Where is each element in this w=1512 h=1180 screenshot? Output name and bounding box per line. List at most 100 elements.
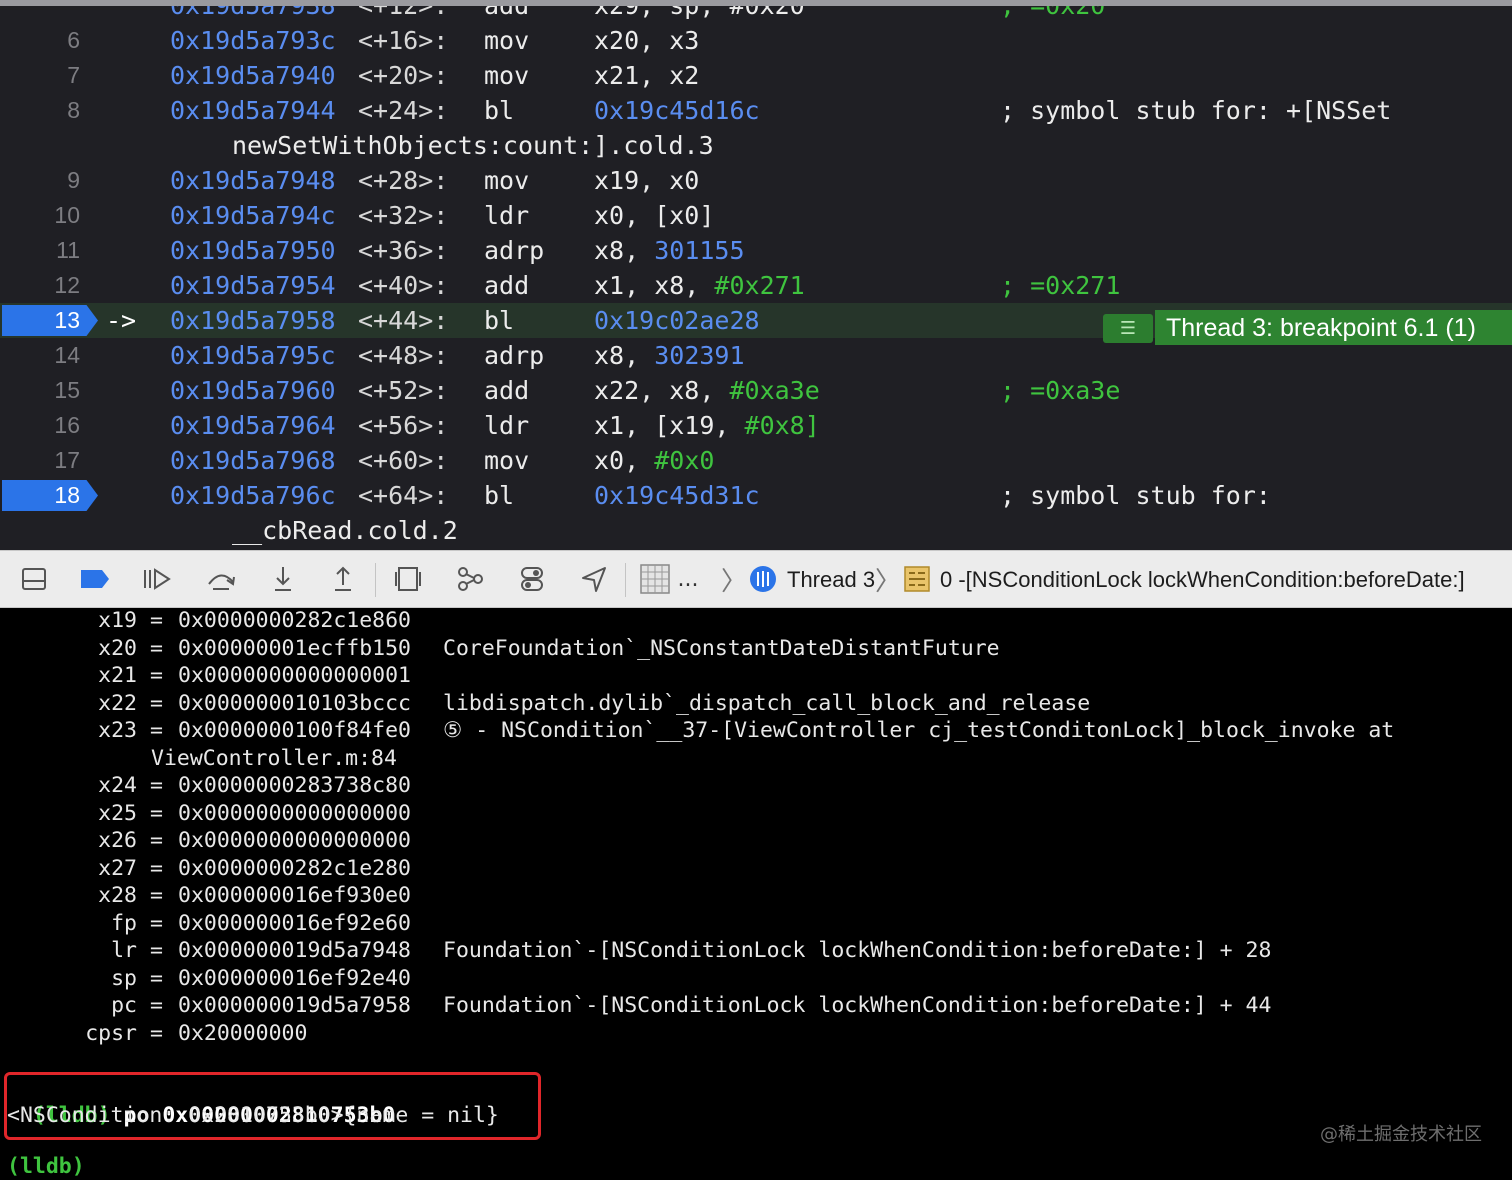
operand: x20, x3 — [594, 26, 700, 55]
equals-sign: = — [150, 828, 163, 853]
register-row: x23 = 0x0000000100f84fe0 ⑤ - NSCondition`__… — [0, 717, 1512, 744]
line-number: 10 — [54, 202, 80, 228]
instruction-opcode: bl — [484, 96, 515, 125]
register-name: pc — [111, 993, 137, 1018]
instruction-address: 0x19d5a7964 — [170, 411, 336, 440]
register-name: x23 — [98, 718, 137, 743]
register-row: x22 = 0x000000010103bccc libdispatch.dylib`… — [0, 690, 1512, 717]
disasm-row[interactable]: 9 0x19d5a7948 <+28>: mov x19, x0 — [0, 163, 1512, 198]
register-value: 0x000000016ef930e0 — [178, 883, 411, 908]
register-value: 0x0000000283738c80 — [178, 773, 411, 798]
instruction-opcode: mov — [484, 166, 530, 195]
disasm-row[interactable]: 15 0x19d5a7960 <+52>: add x22, x8, #0xa3e ; =… — [0, 373, 1512, 408]
equals-sign: = — [150, 800, 163, 826]
operand: #0x0 — [654, 446, 715, 475]
equals-sign: = — [150, 910, 163, 936]
lldb-next-prompt[interactable]: (lldb) — [7, 1153, 85, 1180]
instruction-opcode: adrp — [484, 341, 545, 370]
register-value: 0x000000016ef92e60 — [178, 910, 411, 936]
instruction-offset: <+48>: — [358, 341, 449, 370]
equals-sign: = — [150, 993, 163, 1018]
instruction-opcode: mov — [484, 61, 530, 90]
environment-overrides-icon[interactable] — [516, 563, 548, 595]
register-name: x28 — [98, 883, 137, 908]
lldb-command-line[interactable]: (lldb) po 0x00000002810753b0 — [7, 1075, 395, 1128]
register-name: fp — [111, 910, 137, 936]
operand: x0, [x0] — [594, 201, 715, 230]
operand: x8, — [594, 341, 655, 370]
equals-sign: = — [150, 773, 163, 798]
stack-frame-icon — [902, 563, 932, 595]
disasm-row[interactable]: 6 0x19d5a793c <+16>: mov x20, x3 — [0, 23, 1512, 58]
register-name: x27 — [98, 855, 137, 881]
step-out-icon[interactable] — [328, 563, 358, 595]
register-value: 0x0000000282c1e860 — [178, 608, 411, 633]
disasm-row[interactable]: 10 0x19d5a794c <+32>: ldr x0, [x0] — [0, 198, 1512, 233]
instruction-operands: x22, x8, #0xa3e — [594, 373, 820, 408]
line-number: 8 — [67, 97, 80, 123]
instruction-opcode: ldr — [484, 411, 530, 440]
chevron-right-icon: 〉 — [875, 566, 902, 597]
register-row: cpsr = 0x20000000 — [0, 1020, 1512, 1047]
simulate-location-icon[interactable] — [578, 563, 610, 595]
disasm-row[interactable]: 7 0x19d5a7940 <+20>: mov x21, x2 — [0, 58, 1512, 93]
instruction-opcode: add — [484, 376, 530, 405]
instruction-comment: ; symbol stub for: +[NSSet — [1000, 96, 1392, 125]
instruction-address: 0x19d5a796c — [170, 481, 336, 510]
continue-icon[interactable] — [140, 563, 174, 595]
instruction-operands: x0, #0x0 — [594, 443, 714, 478]
register-value: 0x0000000282c1e280 — [178, 855, 411, 881]
view-hierarchy-icon[interactable] — [392, 563, 424, 595]
stack-frame-selector[interactable]: 0 -[NSConditionLock lockWhenCondition:be… — [940, 565, 1465, 595]
instruction-address: 0x19d5a7968 — [170, 446, 336, 475]
disasm-row[interactable]: 11 0x19d5a7950 <+36>: adrp x8, 301155 — [0, 233, 1512, 268]
memory-graph-icon[interactable] — [454, 563, 486, 595]
disasm-row[interactable]: 17 0x19d5a7968 <+60>: mov x0, #0x0 — [0, 443, 1512, 478]
instruction-offset: <+24>: — [358, 96, 449, 125]
hide-console-icon[interactable] — [18, 563, 50, 595]
disasm-row[interactable]: 8 0x19d5a7944 <+24>: bl 0x19c45d16c ; symbol … — [0, 93, 1512, 128]
line-number: 16 — [54, 412, 80, 438]
register-value: 0x0000000000000000 — [178, 828, 411, 853]
breakpoint-banner: Thread 3: breakpoint 6.1 (1) — [1155, 310, 1512, 345]
instruction-offset: <+32>: — [358, 201, 449, 230]
toolbar-separator — [375, 563, 376, 597]
equals-sign: = — [150, 938, 163, 963]
more-frames-ellipsis[interactable]: ... — [676, 563, 700, 595]
instruction-operands: x19, x0 — [594, 163, 699, 198]
register-value: 0x0000000000000001 — [178, 663, 411, 688]
line-number: 6 — [67, 27, 80, 53]
instruction-operands: x1, [x19, #0x8] — [594, 408, 820, 443]
instruction-address: 0x19d5a7938 — [170, 0, 336, 20]
instruction-comment: ; =0x271 — [1000, 271, 1121, 300]
disasm-row[interactable]: 12 0x19d5a7954 <+40>: add x1, x8, #0x271 ; =0… — [0, 268, 1512, 303]
disassembly-view[interactable]: 0x19d5a7938 <+12>: add x29, sp, #0x20 ; … — [0, 0, 1512, 550]
step-over-icon[interactable] — [204, 563, 238, 595]
disasm-row[interactable]: 16 0x19d5a7964 <+56>: ldr x1, [x19, #0x8] — [0, 408, 1512, 443]
instruction-address: 0x19d5a7940 — [170, 61, 336, 90]
thread-selector[interactable]: Thread 3 — [787, 565, 875, 595]
breakpoints-toggle-icon[interactable] — [78, 563, 112, 595]
disasm-row[interactable]: 18 0x19d5a796c <+64>: bl 0x19c45d31c ; symbol… — [0, 478, 1512, 513]
equals-sign: = — [150, 663, 163, 688]
pc-arrow-icon: -> — [106, 306, 137, 335]
step-into-icon[interactable] — [268, 563, 298, 595]
thread-indicator-icon[interactable]: ☰ — [1103, 314, 1153, 343]
instruction-comment: ; symbol stub for: — [1000, 481, 1271, 510]
instruction-operands: x8, 301155 — [594, 233, 745, 268]
instruction-opcode: mov — [484, 446, 530, 475]
register-symbol-continuation: ViewController.m:84 — [151, 745, 397, 771]
register-value: 0x000000016ef92e40 — [178, 965, 411, 991]
register-row: fp = 0x000000016ef92e60 — [0, 910, 1512, 937]
register-row: lr = 0x000000019d5a7948 Foundation`-[NSCond… — [0, 937, 1512, 964]
instruction-operands: 0x19c45d16c — [594, 93, 760, 128]
frames-icon[interactable] — [638, 563, 672, 595]
register-name: x21 — [98, 663, 137, 688]
register-name: sp — [111, 965, 137, 991]
register-symbol: Foundation`-[NSConditionLock lockWhenCon… — [443, 993, 1272, 1018]
instruction-offset: <+12>: — [358, 0, 449, 20]
operand: x8, — [594, 236, 655, 265]
instruction-address: 0x19d5a793c — [170, 26, 336, 55]
register-symbol: libdispatch.dylib`_dispatch_call_block_a… — [443, 690, 1091, 716]
instruction-offset: <+16>: — [358, 26, 449, 55]
